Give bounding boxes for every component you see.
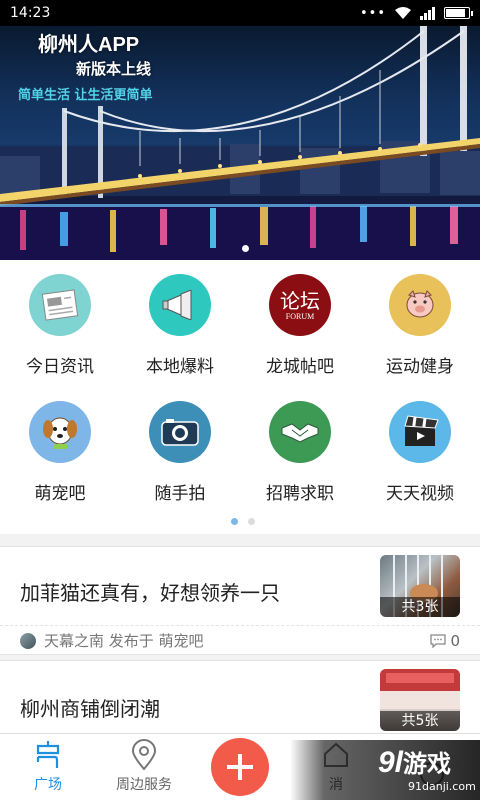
forum-icon: 论坛 FORUM: [269, 274, 331, 336]
banner-title: 柳州人APP: [38, 34, 140, 56]
grid-item-label: 萌宠吧: [34, 484, 86, 504]
add-post-button[interactable]: [211, 738, 269, 796]
dog-icon: [29, 401, 91, 463]
plus-icon: [227, 754, 253, 780]
grid-item-label: 招聘求职: [266, 484, 334, 504]
post-meta: 天幕之南 发布于 萌宠吧 0: [0, 625, 480, 655]
status-bar: 14:23 •••: [0, 0, 480, 26]
grid-item-label: 天天视频: [386, 484, 454, 504]
signal-icon: [420, 6, 435, 20]
watermark-url: 91danji.com: [408, 780, 476, 793]
comment-count[interactable]: 0: [430, 632, 460, 650]
grid-item-forum[interactable]: 论坛 FORUM 龙城帖吧: [240, 274, 360, 401]
image-count-badge: 共3张: [380, 597, 460, 617]
forum-icon-text: 论坛: [280, 288, 320, 313]
post-author-line: 天幕之南 发布于 萌宠吧: [44, 632, 204, 650]
image-count-badge: 共5张: [380, 711, 460, 731]
post-title: 柳州商铺倒闭潮: [20, 697, 160, 721]
post-card[interactable]: 柳州商铺倒闭潮 共5张: [0, 660, 480, 740]
comment-count-value: 0: [450, 631, 460, 650]
grid-item-pets[interactable]: 萌宠吧: [0, 401, 120, 528]
megaphone-icon: [149, 274, 211, 336]
banner-carousel[interactable]: 柳州人APP 新版本上线 简单生活 让生活更简单: [0, 26, 480, 260]
grid-item-jobs[interactable]: 招聘求职: [240, 401, 360, 528]
wifi-icon: [395, 7, 411, 19]
grid-item-label: 今日资讯: [26, 357, 94, 377]
newspaper-icon: [29, 274, 91, 336]
avatar[interactable]: [20, 632, 36, 649]
grid-page-indicator: [231, 518, 255, 525]
camera-icon: [149, 401, 211, 463]
grid-item-label: 龙城帖吧: [266, 357, 334, 377]
category-grid-panel: 今日资讯 本地爆料 论坛 FORUM 龙城帖吧 运动健身 萌宠吧 随手拍 招聘求…: [0, 260, 480, 534]
nav-label: 周边服务: [116, 777, 172, 793]
nav-label: 广场: [34, 777, 62, 793]
watermark-logo-mark: 9l: [378, 746, 404, 779]
grid-item-local-news[interactable]: 本地爆料: [120, 274, 240, 401]
grid-item-fitness[interactable]: 运动健身: [360, 274, 480, 401]
battery-icon: [444, 7, 473, 19]
post-thumbnail[interactable]: 共5张: [380, 669, 460, 731]
nav-tab-nearby[interactable]: 周边服务: [96, 734, 192, 800]
page-dot: [248, 518, 255, 525]
watermark-logo: 9l游戏: [378, 744, 451, 780]
plaza-icon: [35, 738, 61, 772]
banner-subtitle: 新版本上线: [76, 60, 152, 78]
carousel-indicator-dot: [242, 245, 249, 252]
post-card[interactable]: 加菲猫还真有，好想领养一只 共3张 天幕之南 发布于 萌宠吧 0: [0, 546, 480, 655]
grid-item-label: 随手拍: [154, 484, 206, 504]
banner-slogan: 简单生活 让生活更简单: [18, 88, 153, 103]
grid-item-snapshot[interactable]: 随手拍: [120, 401, 240, 528]
post-thumbnail[interactable]: 共3张: [380, 555, 460, 617]
grid-item-label: 本地爆料: [146, 357, 214, 377]
forum-icon-subtext: FORUM: [285, 311, 315, 321]
grid-item-label: 运动健身: [386, 357, 454, 377]
watermark-overlay: 9l游戏 91danji.com: [290, 740, 480, 800]
nav-tab-plaza[interactable]: 广场: [0, 734, 96, 800]
location-pin-icon: [131, 738, 157, 772]
watermark-logo-text: 游戏: [403, 751, 452, 778]
category-grid: 今日资讯 本地爆料 论坛 FORUM 龙城帖吧 运动健身 萌宠吧 随手拍 招聘求…: [0, 260, 480, 528]
clock: 14:23: [10, 5, 51, 21]
comment-icon: [430, 633, 447, 648]
grid-item-news[interactable]: 今日资讯: [0, 274, 120, 401]
clapperboard-icon: [389, 401, 451, 463]
post-title: 加菲猫还真有，好想领养一只: [20, 581, 280, 605]
bridge-night-image: [0, 26, 480, 260]
handshake-icon: [269, 401, 331, 463]
grid-item-video[interactable]: 天天视频: [360, 401, 480, 528]
status-icons: •••: [359, 5, 473, 21]
notification-dots-icon: •••: [359, 5, 386, 21]
pig-icon: [389, 274, 451, 336]
nav-add: [192, 734, 288, 800]
page-dot-active: [231, 518, 238, 525]
